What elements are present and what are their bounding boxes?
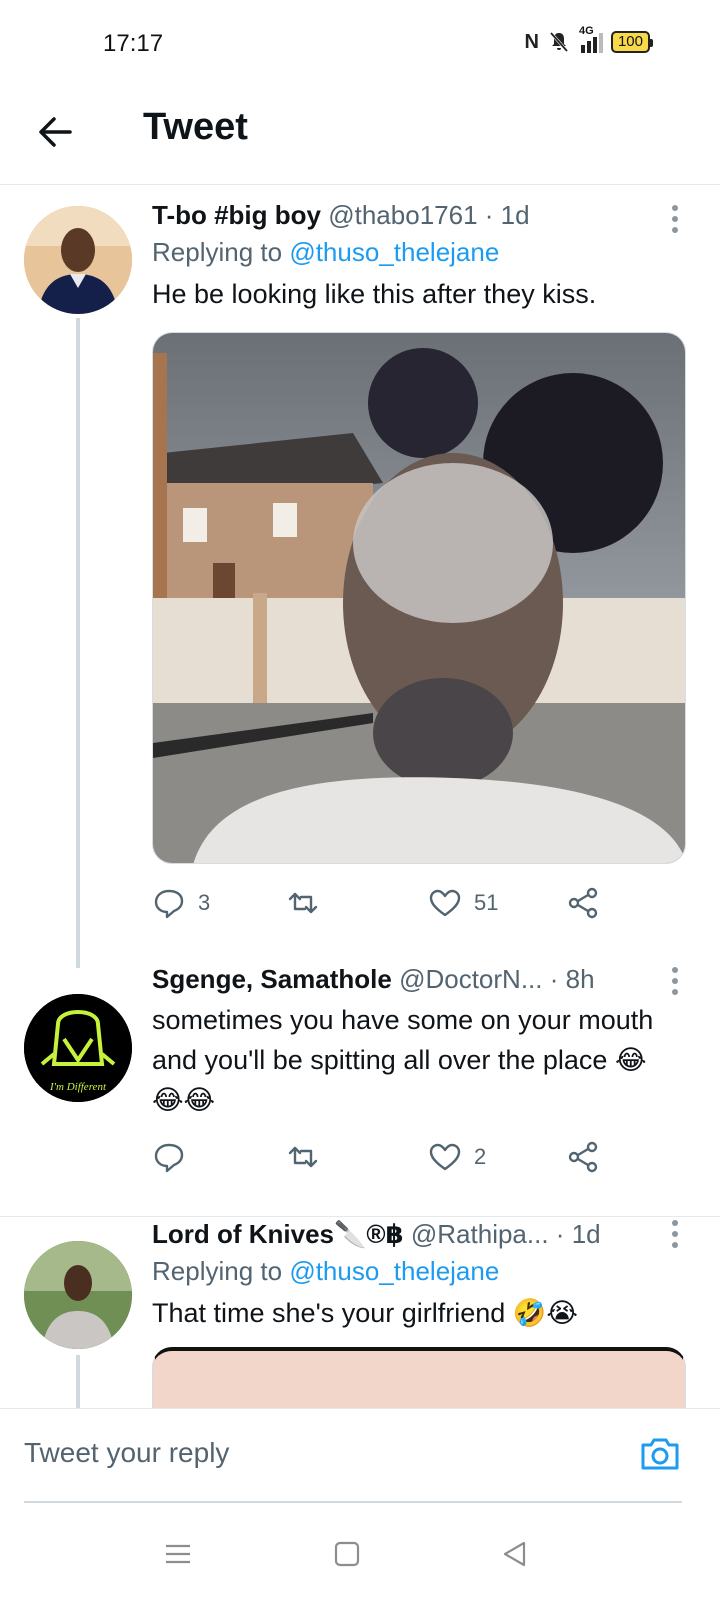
tweet-meta: Lord of Knives🔪®฿ @Rathipa... · 1d [152, 1217, 672, 1251]
home-nav-icon[interactable] [332, 1539, 362, 1569]
tweet-time: 8h [565, 964, 595, 994]
meta-separator: · [484, 200, 494, 230]
top-app-bar: Tweet [0, 90, 720, 185]
more-options-icon[interactable] [670, 966, 680, 996]
display-name[interactable]: Lord of Knives🔪®฿ [152, 1219, 404, 1249]
avatar-image [24, 1241, 132, 1349]
like-count: 2 [474, 1144, 487, 1169]
signal-icon: 4G [579, 25, 603, 53]
like-button[interactable]: 2 [428, 1140, 486, 1174]
retweet-button[interactable] [286, 886, 332, 920]
tweet-image[interactable] [152, 332, 686, 864]
back-arrow-icon[interactable] [34, 110, 78, 154]
tweet-time: 1d [571, 1219, 601, 1249]
display-name[interactable]: Sgenge, Samathole [152, 964, 392, 994]
retweet-icon [288, 1146, 318, 1168]
reply-count: 3 [198, 890, 211, 915]
network-label: 4G [578, 25, 594, 37]
user-handle[interactable]: @Rathipa... [411, 1219, 549, 1249]
avatar-image [24, 206, 132, 314]
reply-icon [154, 1143, 184, 1173]
share-button[interactable] [566, 886, 600, 920]
user-handle[interactable]: @DoctorN... [399, 964, 542, 994]
meta-separator: · [549, 964, 559, 994]
status-icons: N 4G 100 [524, 25, 654, 54]
avatar[interactable] [24, 206, 132, 314]
tweet-2[interactable]: I'm Different Sgenge, Samathole @DoctorN… [0, 964, 720, 1216]
tweet-1[interactable]: T-bo #big boy @thabo1761 · 1d Replying t… [0, 186, 720, 976]
tweet-body: T-bo #big boy @thabo1761 · 1d Replying t… [152, 198, 690, 864]
share-button[interactable] [566, 1140, 600, 1174]
share-icon [568, 887, 598, 919]
avatar[interactable]: I'm Different [24, 994, 132, 1102]
tweet-text: He be looking like this after they kiss. [152, 279, 597, 309]
share-icon [568, 1141, 598, 1173]
thread-line [76, 318, 80, 968]
status-time: 17:17 [103, 30, 164, 57]
replying-prefix: Replying to [152, 1256, 283, 1286]
replying-to: Replying to @thuso_thelejane [152, 232, 690, 272]
replying-prefix: Replying to [152, 237, 283, 267]
retweet-button[interactable] [286, 1140, 332, 1174]
mute-bell-icon [549, 32, 569, 52]
reply-composer [0, 1408, 720, 1503]
more-options-icon[interactable] [670, 1219, 680, 1249]
tweet-meta: Sgenge, Samathole @DoctorN... · 8h [152, 962, 672, 996]
replying-to-link[interactable]: @thuso_thelejane [289, 1256, 499, 1286]
tweet-photo [153, 333, 685, 863]
meta-separator: · [555, 1219, 565, 1249]
status-bar: 17:17 N 4G 100 [0, 0, 720, 90]
like-count: 51 [474, 890, 499, 915]
user-handle[interactable]: @thabo1761 [328, 200, 477, 230]
tweet-body: Lord of Knives🔪®฿ @Rathipa... · 1d Reply… [152, 1217, 690, 1408]
heart-icon [429, 889, 461, 917]
reply-button[interactable]: 3 [152, 886, 210, 920]
thread-line [76, 1355, 80, 1408]
tweet-meta: T-bo #big boy @thabo1761 · 1d [152, 198, 672, 232]
replying-to-link[interactable]: @thuso_thelejane [289, 237, 499, 267]
tweet-time: 1d [500, 200, 530, 230]
tweet-text: That time she's your girlfriend 🤣😭 [152, 1298, 578, 1328]
avatar-image: I'm Different [24, 994, 132, 1102]
reply-input[interactable] [24, 1429, 624, 1477]
camera-icon[interactable] [638, 1431, 682, 1475]
tweet-actions: 2 [152, 1140, 632, 1180]
like-button[interactable]: 51 [428, 886, 498, 920]
battery-indicator: 100 [610, 31, 654, 53]
reply-button[interactable] [152, 1140, 198, 1174]
tweet-3[interactable]: Lord of Knives🔪®฿ @Rathipa... · 1d Reply… [0, 1217, 720, 1408]
system-nav-bar [0, 1503, 720, 1600]
display-name[interactable]: T-bo #big boy [152, 200, 321, 230]
reply-icon [154, 889, 184, 919]
tweet-image[interactable] [152, 1347, 686, 1408]
replying-to: Replying to @thuso_thelejane [152, 1251, 690, 1291]
nfc-icon: N [524, 30, 539, 53]
heart-icon [429, 1143, 461, 1171]
retweet-icon [288, 892, 318, 914]
more-options-icon[interactable] [670, 204, 680, 234]
tweet-actions: 3 51 [152, 886, 632, 926]
menu-nav-icon[interactable] [163, 1539, 193, 1569]
tweet-body: Sgenge, Samathole @DoctorN... · 8h somet… [152, 962, 690, 1120]
svg-text:I'm Different: I'm Different [49, 1081, 107, 1093]
tweet-text: sometimes you have some on your mouth an… [152, 1005, 654, 1115]
page-title: Tweet [143, 106, 248, 148]
back-nav-icon[interactable] [500, 1539, 530, 1569]
avatar[interactable] [24, 1241, 132, 1349]
